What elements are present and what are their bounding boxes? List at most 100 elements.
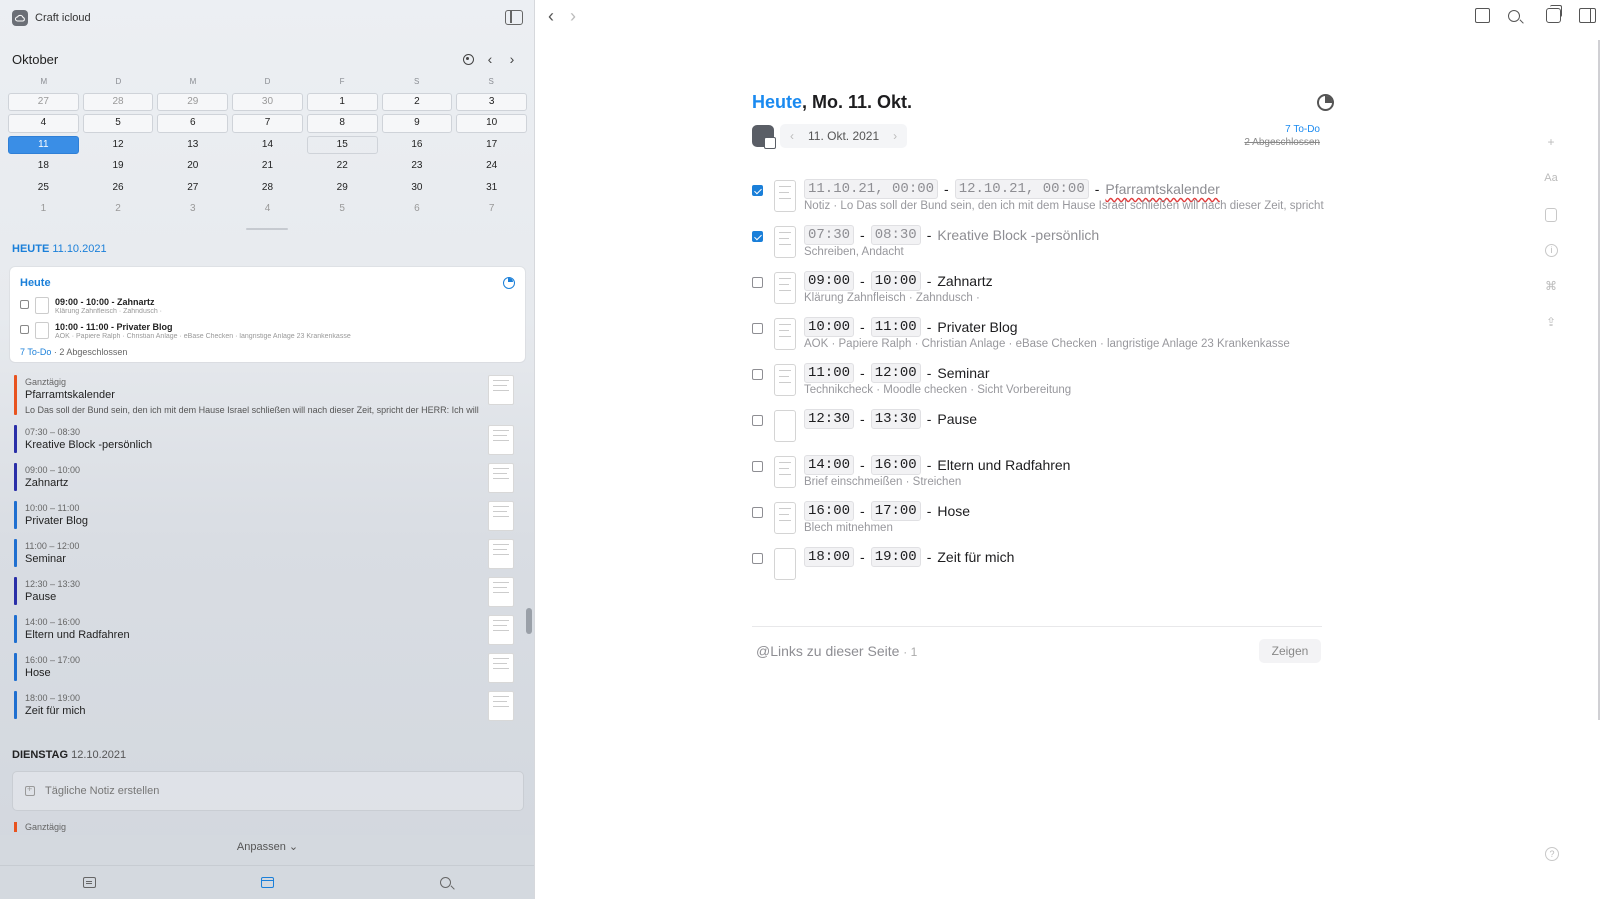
sidebar-event[interactable]: 11:00 – 12:00 Seminar bbox=[14, 539, 514, 569]
calendar-day[interactable]: 1 bbox=[8, 200, 79, 218]
sidebar-event[interactable]: 18:00 – 19:00 Zeit für mich bbox=[14, 691, 514, 721]
forward-icon[interactable]: › bbox=[570, 6, 576, 27]
calendar-day[interactable]: 6 bbox=[382, 200, 453, 218]
todo-checkbox[interactable] bbox=[752, 553, 763, 564]
calendar-day[interactable]: 13 bbox=[157, 136, 228, 154]
next-day-event[interactable]: Ganztägig bbox=[14, 822, 314, 832]
calendar-day[interactable]: 26 bbox=[83, 179, 154, 197]
todo-item[interactable]: 18:00-19:00- Zeit für mich bbox=[752, 546, 1322, 590]
text-style-icon[interactable]: Aa bbox=[1543, 170, 1559, 186]
todo-item[interactable]: 11.10.21, 00:00-12.10.21, 00:00- Pfarramt… bbox=[752, 178, 1324, 222]
end-time-chip[interactable]: 13:30 bbox=[870, 409, 921, 429]
next-month-icon[interactable]: › bbox=[501, 50, 523, 68]
todo-checkbox[interactable] bbox=[752, 507, 763, 518]
calendar-day[interactable]: 18 bbox=[8, 157, 79, 175]
create-daily-note-button[interactable]: Tägliche Notiz erstellen bbox=[12, 771, 524, 811]
todo-item[interactable]: 12:30-13:30- Pause bbox=[752, 408, 1322, 452]
calendar-day[interactable]: 23 bbox=[382, 157, 453, 175]
end-time-chip[interactable]: 10:00 bbox=[870, 271, 921, 291]
calendar-day[interactable]: 1 bbox=[306, 93, 378, 112]
new-document-icon[interactable] bbox=[1475, 8, 1490, 23]
calendar-day[interactable]: 6 bbox=[157, 114, 229, 133]
tab-search[interactable] bbox=[357, 866, 534, 899]
calendar-day[interactable]: 11 bbox=[8, 135, 79, 155]
calendar-day[interactable]: 5 bbox=[307, 200, 378, 218]
calendar-day[interactable]: 3 bbox=[456, 93, 527, 112]
document-icon[interactable] bbox=[774, 410, 796, 442]
share-icon[interactable]: ⇪ bbox=[1543, 314, 1559, 330]
document-icon[interactable] bbox=[774, 318, 796, 350]
right-panel-icon[interactable] bbox=[1579, 8, 1596, 23]
todo-checkbox[interactable] bbox=[752, 323, 763, 334]
start-time-chip[interactable]: 11.10.21, 00:00 bbox=[804, 179, 939, 199]
calendar-day[interactable]: 9 bbox=[381, 114, 453, 133]
tab-documents[interactable] bbox=[0, 866, 178, 899]
end-time-chip[interactable]: 12.10.21, 00:00 bbox=[954, 179, 1089, 199]
help-icon[interactable]: ? bbox=[1545, 847, 1559, 861]
document-icon[interactable] bbox=[774, 226, 796, 258]
todo-item[interactable]: 07:30-08:30- Kreative Block -persönlich Sc… bbox=[752, 224, 1322, 268]
todo-checkbox[interactable] bbox=[20, 300, 29, 309]
calendar-day[interactable]: 3 bbox=[157, 200, 228, 218]
start-time-chip[interactable]: 18:00 bbox=[804, 547, 855, 567]
todo-checkbox[interactable] bbox=[752, 231, 763, 242]
start-time-chip[interactable]: 10:00 bbox=[804, 317, 855, 337]
calendar-day[interactable]: 7 bbox=[456, 200, 527, 218]
window-scrollbar[interactable] bbox=[1598, 40, 1600, 720]
sidebar-event[interactable]: 12:30 – 13:30 Pause bbox=[14, 577, 514, 607]
calendar-day[interactable]: 2 bbox=[381, 93, 453, 112]
calendar-day[interactable]: 4 bbox=[8, 114, 79, 133]
calendar-day[interactable]: 31 bbox=[456, 179, 527, 197]
show-backlinks-button[interactable]: Zeigen bbox=[1259, 639, 1321, 663]
todo-checkbox[interactable] bbox=[752, 277, 763, 288]
start-time-chip[interactable]: 16:00 bbox=[804, 501, 855, 521]
calendar-day[interactable]: 30 bbox=[232, 93, 303, 112]
customize-button[interactable]: Anpassen ⌄ bbox=[0, 840, 534, 853]
todo-checkbox[interactable] bbox=[20, 325, 29, 334]
start-time-chip[interactable]: 12:30 bbox=[804, 409, 855, 429]
page-style-icon[interactable] bbox=[1545, 208, 1557, 222]
end-time-chip[interactable]: 17:00 bbox=[870, 501, 921, 521]
search-icon[interactable] bbox=[1508, 9, 1520, 22]
calendar-day[interactable]: 15 bbox=[306, 135, 378, 155]
todo-item[interactable]: 10:00-11:00- Privater Blog AOK · Papiere R… bbox=[752, 316, 1322, 360]
calendar-day[interactable]: 20 bbox=[157, 157, 228, 175]
calendar-day[interactable]: 30 bbox=[382, 179, 453, 197]
previous-day-icon[interactable]: ‹ bbox=[790, 129, 794, 143]
back-icon[interactable]: ‹ bbox=[548, 6, 554, 27]
calendar-day[interactable]: 21 bbox=[232, 157, 303, 175]
tab-calendar[interactable] bbox=[178, 866, 356, 899]
end-time-chip[interactable]: 19:00 bbox=[870, 547, 921, 567]
command-icon[interactable]: ⌘ bbox=[1543, 278, 1559, 294]
calendar-day[interactable]: 16 bbox=[382, 136, 453, 154]
start-time-chip[interactable]: 07:30 bbox=[804, 225, 855, 245]
end-time-chip[interactable]: 12:00 bbox=[870, 363, 921, 383]
calendar-day[interactable]: 25 bbox=[8, 179, 79, 197]
calendar-day[interactable]: 27 bbox=[157, 179, 228, 197]
today-card-row[interactable]: 10:00 - 11:00 - Privater Blog AOK · Papi… bbox=[20, 322, 435, 342]
todo-checkbox[interactable] bbox=[752, 369, 763, 380]
start-time-chip[interactable]: 14:00 bbox=[804, 455, 855, 475]
document-icon[interactable] bbox=[774, 502, 796, 534]
sidebar-event[interactable]: 07:30 – 08:30 Kreative Block -persönlich bbox=[14, 425, 514, 455]
sidebar-event[interactable]: 16:00 – 17:00 Hose bbox=[14, 653, 514, 683]
calendar-resize-handle[interactable] bbox=[246, 228, 288, 230]
document-icon[interactable] bbox=[774, 456, 796, 488]
sidebar-scrollbar[interactable] bbox=[526, 608, 532, 634]
next-day-icon[interactable]: › bbox=[893, 129, 897, 143]
date-pill[interactable]: ‹ 11. Okt. 2021 › bbox=[780, 124, 908, 148]
todo-checkbox[interactable] bbox=[752, 415, 763, 426]
calendar-day[interactable]: 29 bbox=[157, 93, 229, 112]
document-icon[interactable] bbox=[774, 364, 796, 396]
page-title[interactable]: Heute, Mo. 11. Okt. bbox=[752, 92, 912, 113]
todo-item[interactable]: 14:00-16:00- Eltern und Radfahren Brief ei… bbox=[752, 454, 1322, 498]
calendar-day[interactable]: 2 bbox=[83, 200, 154, 218]
add-icon[interactable]: + bbox=[1543, 134, 1559, 150]
today-card-row[interactable]: 09:00 - 10:00 - Zahnartz Klärung Zahnfle… bbox=[20, 297, 435, 315]
todo-checkbox[interactable] bbox=[752, 461, 763, 472]
calendar-day[interactable]: 7 bbox=[232, 114, 303, 133]
today-target-icon[interactable] bbox=[457, 50, 479, 68]
start-time-chip[interactable]: 09:00 bbox=[804, 271, 855, 291]
calendar-day[interactable]: 12 bbox=[83, 136, 154, 154]
today-card[interactable]: Heute 09:00 - 10:00 - Zahnartz Klärung Z… bbox=[10, 267, 525, 362]
